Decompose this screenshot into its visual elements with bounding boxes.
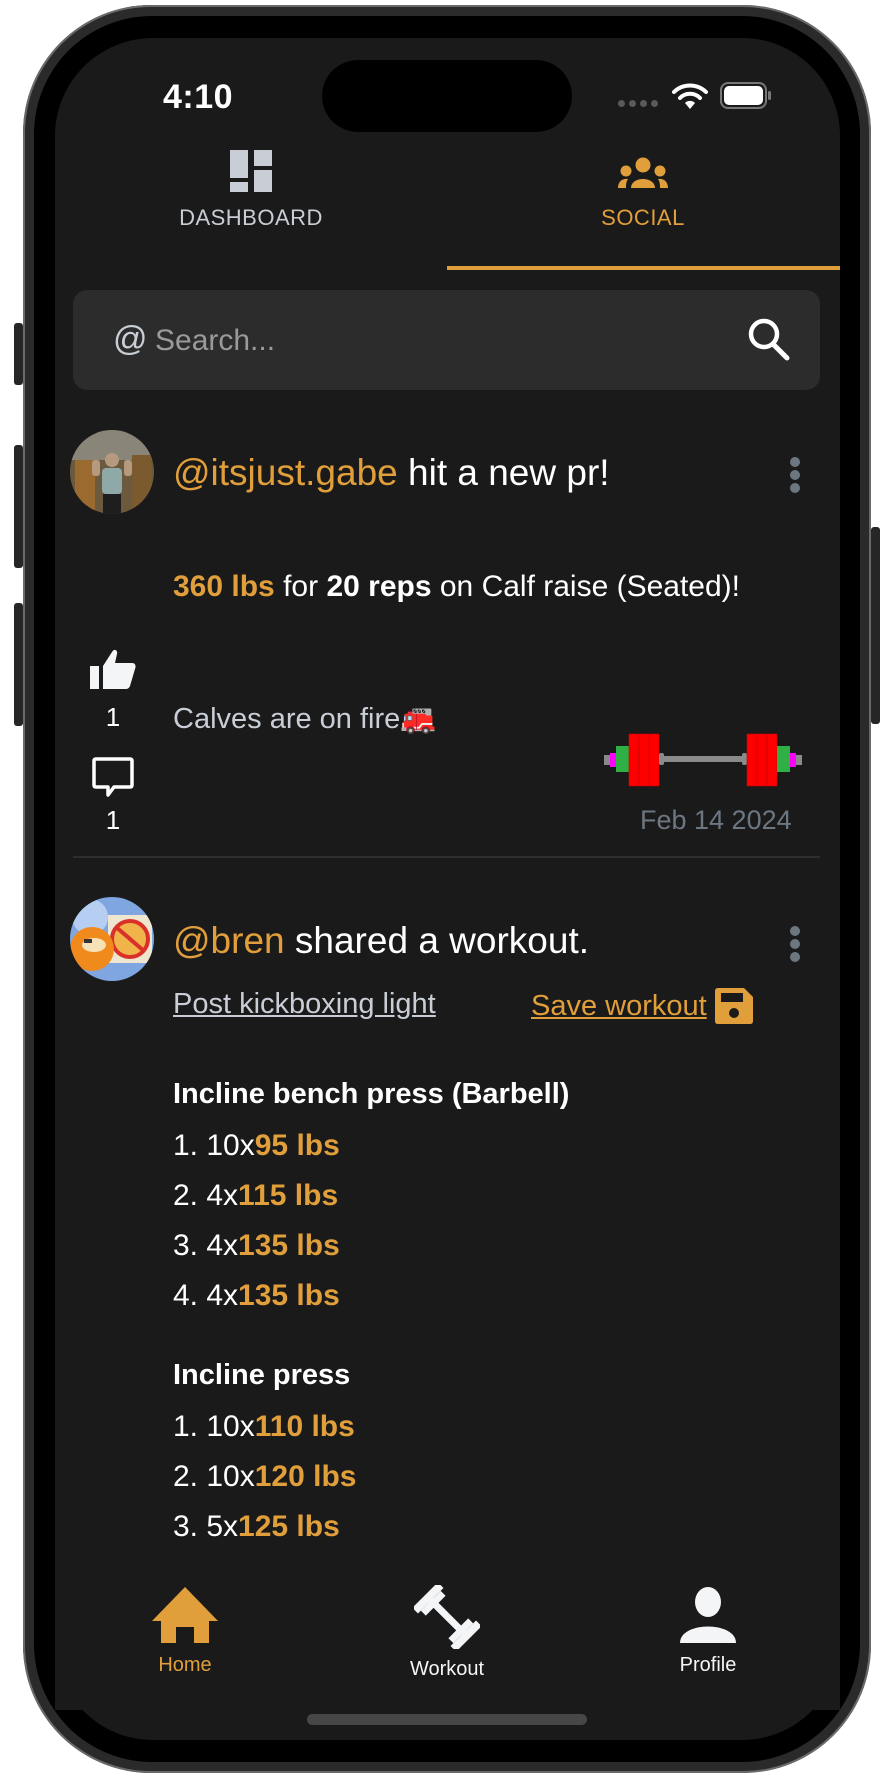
pr-weight: 360 lbs bbox=[173, 570, 275, 603]
post-caption: Calves are on fire🚒 bbox=[173, 703, 437, 735]
more-options-icon[interactable] bbox=[790, 926, 800, 962]
bar-shaft bbox=[659, 756, 747, 762]
like-count: 1 bbox=[105, 702, 121, 732]
avatar-photo bbox=[70, 430, 154, 514]
set-weight: 95 lbs bbox=[254, 1129, 340, 1162]
post-divider bbox=[73, 856, 820, 858]
tab-dashboard[interactable]: DASHBOARD bbox=[55, 150, 447, 231]
workout-name-link[interactable]: Post kickboxing light bbox=[173, 988, 436, 1021]
post-action: hit a new pr! bbox=[408, 452, 610, 493]
save-workout-button[interactable]: Save workout bbox=[531, 988, 753, 1024]
action-button bbox=[14, 323, 23, 385]
search-input[interactable] bbox=[153, 312, 717, 370]
comment-icon[interactable] bbox=[92, 757, 134, 799]
nav-workout[interactable]: Workout bbox=[367, 1582, 527, 1681]
plate bbox=[756, 733, 768, 787]
set-reps: 2. 4x bbox=[173, 1179, 239, 1212]
set-reps: 1. 10x bbox=[173, 1129, 255, 1162]
plate bbox=[766, 733, 778, 787]
avatar[interactable] bbox=[70, 897, 154, 981]
username-link[interactable]: @itsjust.gabe bbox=[173, 452, 398, 493]
set-row: 1. 10x110 lbs bbox=[173, 1410, 356, 1444]
post-headline: @bren shared a workout. bbox=[173, 920, 589, 962]
dynamic-island bbox=[322, 60, 572, 132]
set-row: 2. 4x115 lbs bbox=[173, 1179, 569, 1213]
cellular-signal-icon bbox=[618, 100, 658, 107]
post-action: shared a workout. bbox=[294, 920, 590, 961]
set-reps: 4. 4x bbox=[173, 1279, 239, 1312]
active-tab-indicator bbox=[447, 266, 840, 270]
set-weight: 115 lbs bbox=[238, 1179, 339, 1212]
plate bbox=[628, 733, 640, 787]
power-button bbox=[871, 527, 880, 724]
pr-reps: 20 reps bbox=[326, 570, 432, 603]
group-icon bbox=[618, 157, 668, 188]
comment-count: 1 bbox=[105, 805, 121, 835]
set-weight: 135 lbs bbox=[238, 1229, 340, 1262]
set-weight: 120 lbs bbox=[254, 1460, 357, 1493]
set-row: 1. 10x95 lbs bbox=[173, 1129, 569, 1163]
search-icon[interactable] bbox=[746, 316, 794, 364]
set-row: 3. 5x125 lbs bbox=[173, 1510, 356, 1544]
set-reps: 3. 5x bbox=[173, 1510, 239, 1543]
dumbbell-icon bbox=[412, 1582, 482, 1652]
at-prefix: @ bbox=[113, 320, 148, 358]
save-workout-label: Save workout bbox=[531, 989, 707, 1022]
exercise-name: Incline press bbox=[173, 1359, 351, 1391]
nav-label: Profile bbox=[679, 1654, 737, 1676]
dashboard-icon bbox=[230, 150, 272, 192]
volume-up-button bbox=[14, 445, 23, 568]
bar-collar bbox=[659, 753, 664, 765]
tab-label: DASHBOARD bbox=[179, 205, 323, 230]
person-icon bbox=[680, 1587, 736, 1643]
save-icon bbox=[714, 988, 753, 1024]
set-reps: 1. 10x bbox=[173, 1410, 255, 1443]
set-row: 3. 4x135 lbs bbox=[173, 1229, 569, 1263]
plate bbox=[638, 733, 650, 787]
status-time: 4:10 bbox=[163, 78, 234, 116]
post-date: Feb 14 2024 bbox=[640, 805, 792, 835]
volume-down-button bbox=[14, 603, 23, 726]
more-options-icon[interactable] bbox=[790, 457, 800, 493]
username-link[interactable]: @bren bbox=[173, 920, 285, 961]
nav-profile[interactable]: Profile bbox=[628, 1585, 788, 1677]
tab-social[interactable]: SOCIAL bbox=[447, 150, 839, 231]
avatar[interactable] bbox=[70, 430, 154, 514]
set-weight: 125 lbs bbox=[238, 1510, 340, 1543]
nav-label: Workout bbox=[409, 1658, 485, 1680]
avatar-cartoon bbox=[70, 897, 154, 981]
home-indicator[interactable] bbox=[307, 1714, 587, 1725]
bar-collar bbox=[742, 753, 747, 765]
wifi-icon bbox=[672, 83, 708, 109]
set-reps: 2. 10x bbox=[173, 1460, 255, 1493]
post-headline: @itsjust.gabe hit a new pr! bbox=[173, 452, 610, 494]
barbell-plates-graphic bbox=[604, 733, 802, 787]
set-row: 2. 10x120 lbs bbox=[173, 1460, 356, 1494]
plate bbox=[746, 733, 758, 787]
battery-icon bbox=[720, 82, 771, 109]
plate bbox=[610, 753, 616, 767]
set-reps: 3. 4x bbox=[173, 1229, 239, 1262]
nav-label: Home bbox=[158, 1654, 212, 1676]
set-weight: 110 lbs bbox=[254, 1410, 355, 1443]
plate bbox=[648, 733, 660, 787]
exercise-block: Incline press 1. 10x110 lbs 2. 10x120 lb… bbox=[173, 1359, 356, 1544]
exercise-block: Incline bench press (Barbell) 1. 10x95 l… bbox=[173, 1078, 569, 1313]
set-weight: 135 lbs bbox=[238, 1279, 340, 1312]
plate bbox=[616, 746, 629, 772]
pr-summary: 360 lbs for 20 reps on Calf raise (Seate… bbox=[173, 570, 740, 604]
home-icon bbox=[152, 1587, 218, 1643]
pr-connector: for bbox=[283, 570, 319, 603]
set-row: 4. 4x135 lbs bbox=[173, 1279, 569, 1313]
like-icon[interactable] bbox=[90, 648, 136, 690]
pr-exercise: on Calf raise (Seated)! bbox=[439, 570, 741, 603]
nav-home[interactable]: Home bbox=[105, 1585, 265, 1677]
tab-label: SOCIAL bbox=[601, 205, 685, 230]
exercise-name: Incline bench press (Barbell) bbox=[173, 1078, 570, 1110]
plate bbox=[777, 746, 790, 772]
search-bar[interactable]: @ bbox=[73, 290, 820, 390]
plate bbox=[790, 753, 796, 767]
